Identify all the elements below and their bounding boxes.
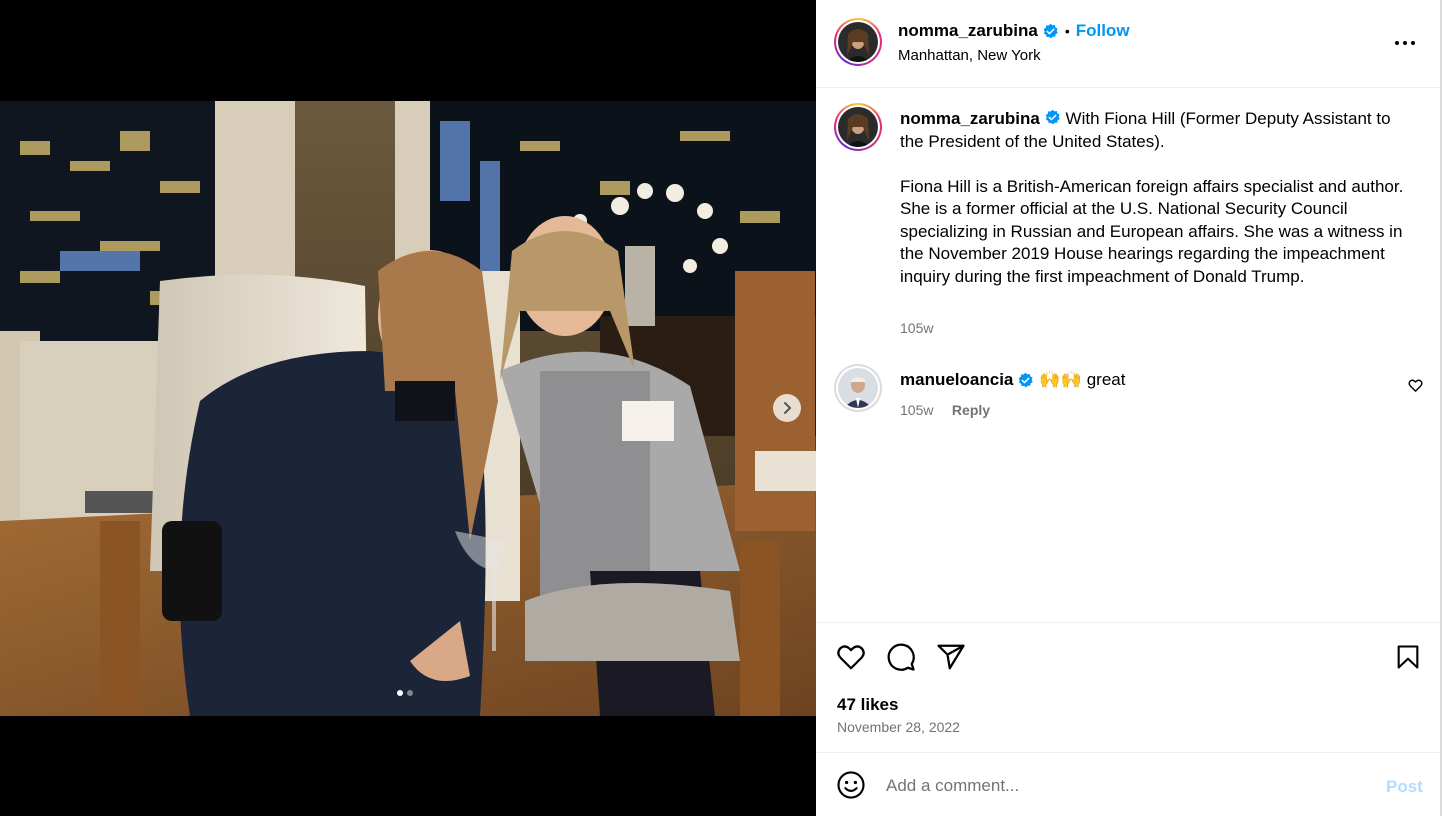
avatar-image — [838, 368, 878, 408]
heart-icon — [1408, 379, 1423, 392]
next-image-button[interactable] — [773, 394, 801, 422]
commenter-username[interactable]: manueloancia — [900, 370, 1013, 390]
post-actions: 47 likes November 28, 2022 — [816, 622, 1440, 752]
verified-badge-icon — [1045, 109, 1060, 125]
follow-button[interactable]: Follow — [1076, 21, 1130, 41]
commenter-avatar[interactable] — [834, 364, 882, 412]
post-photo[interactable] — [0, 101, 816, 716]
chevron-right-icon — [784, 402, 792, 414]
post-details-panel: nomma_zarubina • Follow Manhattan, New Y… — [816, 0, 1442, 816]
caption-username[interactable]: nomma_zarubina — [900, 109, 1040, 128]
post-comment-button[interactable]: Post — [1386, 777, 1423, 797]
caption-author-avatar[interactable] — [834, 103, 882, 151]
caption-timestamp[interactable]: 105w — [900, 320, 933, 336]
share-button[interactable] — [936, 642, 966, 677]
emoji-smiley-icon — [837, 771, 865, 799]
media-viewer — [0, 0, 816, 816]
post-date[interactable]: November 28, 2022 — [837, 719, 960, 735]
comment-bubble-icon — [887, 643, 915, 671]
reply-button[interactable]: Reply — [952, 402, 990, 418]
caption-text-block: nomma_zarubina With Fiona Hill (Former D… — [900, 108, 1410, 288]
carousel-dot-active — [397, 690, 403, 696]
comment-button[interactable] — [886, 642, 916, 677]
save-button[interactable] — [1394, 642, 1422, 677]
verified-badge-icon — [1019, 372, 1034, 387]
verified-badge-icon — [1043, 23, 1058, 38]
comment-emoji: 🙌🙌 — [1039, 370, 1082, 389]
post-location[interactable]: Manhattan, New York — [898, 47, 1041, 64]
header-separator: • — [1064, 23, 1070, 39]
add-comment-bar: Post — [816, 752, 1440, 816]
caption-text: With Fiona Hill (Former Deputy Assistant… — [900, 109, 1404, 286]
paper-plane-icon — [937, 644, 965, 670]
author-avatar[interactable] — [834, 18, 882, 66]
carousel-dot — [407, 690, 413, 696]
comment-input[interactable] — [886, 773, 1366, 799]
comment-text: great — [1086, 370, 1126, 389]
avatar-image — [838, 107, 878, 147]
more-options-icon — [1395, 41, 1415, 45]
emoji-button[interactable] — [836, 770, 866, 805]
like-comment-button[interactable] — [1408, 378, 1423, 398]
carousel-indicator — [397, 690, 413, 696]
comment-item: manueloancia 🙌🙌 great 105w Reply — [816, 362, 1440, 422]
heart-icon — [837, 645, 865, 670]
bookmark-icon — [1397, 645, 1419, 669]
likes-count[interactable]: 47 likes — [837, 695, 898, 715]
avatar-image — [838, 22, 878, 62]
author-username[interactable]: nomma_zarubina — [898, 21, 1038, 41]
like-button[interactable] — [836, 642, 866, 677]
more-options-button[interactable] — [1394, 30, 1416, 59]
comment-timestamp[interactable]: 105w — [900, 402, 933, 418]
photo-illustration — [0, 101, 816, 716]
post-header: nomma_zarubina • Follow Manhattan, New Y… — [816, 0, 1440, 88]
